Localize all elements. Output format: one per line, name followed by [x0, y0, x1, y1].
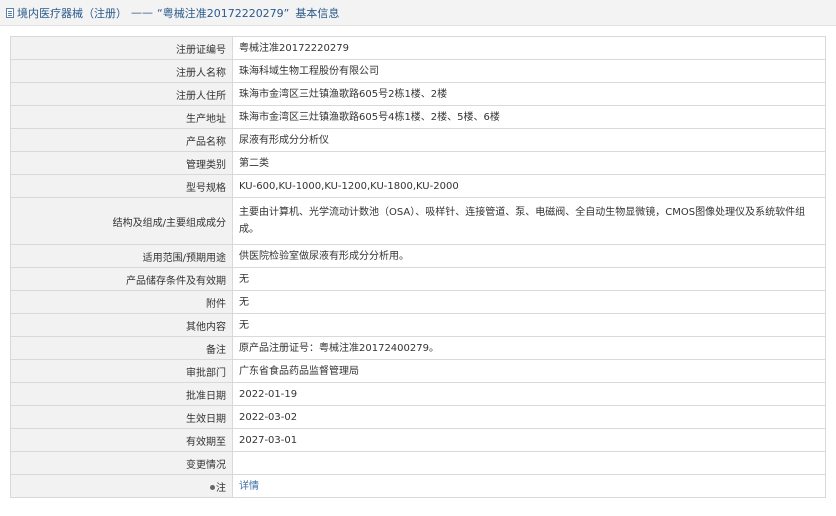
row-value: 详情: [232, 474, 826, 498]
table-row: 备注 原产品注册证号：粤械注准20172400279。: [10, 336, 826, 360]
page-header: 境内医疗器械（注册） —— “粤械注准20172220279” 基本信息: [0, 0, 836, 26]
note-label-cell: 注: [10, 474, 233, 498]
row-value: 尿液有形成分分析仪: [232, 128, 826, 152]
table-row: 注册人名称 珠海科域生物工程股份有限公司: [10, 59, 826, 83]
row-value: 无: [232, 313, 826, 337]
row-value: 主要由计算机、光学流动计数池（OSA）、吸样针、连接管道、泵、电磁阀、全自动生物…: [232, 197, 826, 245]
table-row: 结构及组成/主要组成成分 主要由计算机、光学流动计数池（OSA）、吸样针、连接管…: [10, 197, 826, 245]
breadcrumb-category: 境内医疗器械（注册）: [17, 6, 127, 20]
row-label: 产品名称: [10, 128, 233, 152]
table-row: 注册证编号 粤械注准20172220279: [10, 36, 826, 60]
row-value: 珠海市金湾区三灶镇渔歌路605号2栋1楼、2楼: [232, 82, 826, 106]
table-row: 变更情况: [10, 451, 826, 475]
row-label: 其他内容: [10, 313, 233, 337]
row-label: 有效期至: [10, 428, 233, 452]
table-row: 注册人住所 珠海市金湾区三灶镇渔歌路605号2栋1楼、2楼: [10, 82, 826, 106]
row-label: 注册人住所: [10, 82, 233, 106]
row-label: 注册人名称: [10, 59, 233, 83]
row-value: 无: [232, 290, 826, 314]
row-value: 2027-03-01: [232, 428, 826, 452]
table-row: 注 详情: [10, 474, 826, 498]
table-row: 型号规格 KU-600,KU-1000,KU-1200,KU-1800,KU-2…: [10, 174, 826, 198]
table-row: 附件 无: [10, 290, 826, 314]
table-row: 产品储存条件及有效期 无: [10, 267, 826, 291]
row-value: 供医院检验室做尿液有形成分分析用。: [232, 244, 826, 268]
row-label: 生产地址: [10, 105, 233, 129]
breadcrumb-separator: ——: [131, 6, 153, 19]
table-row: 审批部门 广东省食品药品监督管理局: [10, 359, 826, 383]
table-row: 其他内容 无: [10, 313, 826, 337]
row-value: 无: [232, 267, 826, 291]
row-label: 产品储存条件及有效期: [10, 267, 233, 291]
row-label: 型号规格: [10, 174, 233, 198]
row-value: 原产品注册证号：粤械注准20172400279。: [232, 336, 826, 360]
row-label: 备注: [10, 336, 233, 360]
row-value: 第二类: [232, 151, 826, 175]
row-label: 附件: [10, 290, 233, 314]
row-label: 批准日期: [10, 382, 233, 406]
details-link[interactable]: 详情: [239, 481, 259, 492]
table-row: 产品名称 尿液有形成分分析仪: [10, 128, 826, 152]
table-row: 生产地址 珠海市金湾区三灶镇渔歌路605号4栋1楼、2楼、5楼、6楼: [10, 105, 826, 129]
row-label: 变更情况: [10, 451, 233, 475]
breadcrumb-record: “粤械注准20172220279”: [157, 6, 290, 20]
row-label: 注册证编号: [10, 36, 233, 60]
row-label: 审批部门: [10, 359, 233, 383]
detail-table: 注册证编号 粤械注准20172220279 注册人名称 珠海科域生物工程股份有限…: [10, 36, 826, 498]
row-value: 2022-03-02: [232, 405, 826, 429]
row-label: 生效日期: [10, 405, 233, 429]
table-row: 批准日期 2022-01-19: [10, 382, 826, 406]
table-row: 管理类别 第二类: [10, 151, 826, 175]
table-row: 有效期至 2027-03-01: [10, 428, 826, 452]
row-label: 适用范围/预期用途: [10, 244, 233, 268]
row-label: 管理类别: [10, 151, 233, 175]
row-value: 广东省食品药品监督管理局: [232, 359, 826, 383]
row-value: 2022-01-19: [232, 382, 826, 406]
breadcrumb-section: 基本信息: [295, 6, 340, 20]
row-value: 珠海市金湾区三灶镇渔歌路605号4栋1楼、2楼、5楼、6楼: [232, 105, 826, 129]
document-icon: [6, 7, 14, 18]
table-row: 生效日期 2022-03-02: [10, 405, 826, 429]
table-row: 适用范围/预期用途 供医院检验室做尿液有形成分分析用。: [10, 244, 826, 268]
row-value: 粤械注准20172220279: [232, 36, 826, 60]
row-value: 珠海科域生物工程股份有限公司: [232, 59, 826, 83]
row-value: [232, 451, 826, 475]
pin-icon: [210, 485, 215, 490]
row-label: 注: [216, 482, 226, 494]
row-label: 结构及组成/主要组成成分: [10, 197, 233, 245]
row-value: KU-600,KU-1000,KU-1200,KU-1800,KU-2000: [232, 174, 826, 198]
